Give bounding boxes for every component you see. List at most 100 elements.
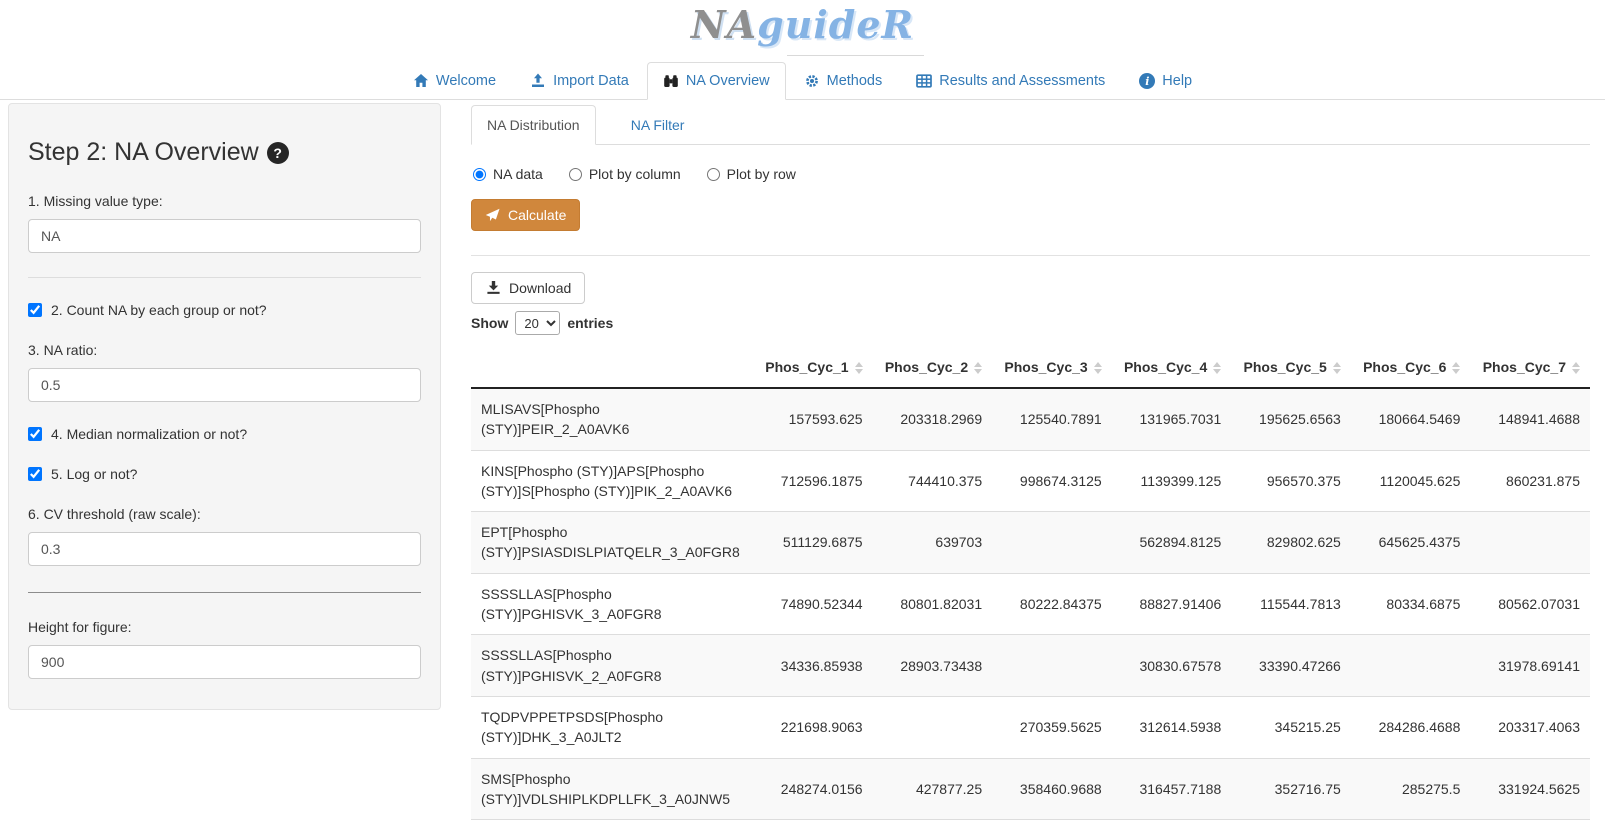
home-icon [413, 73, 429, 89]
entries-select[interactable]: 20 [515, 311, 560, 335]
download-button[interactable]: Download [471, 272, 585, 304]
na-ratio-input[interactable] [28, 368, 421, 402]
column-header-label: Phos_Cyc_7 [1483, 359, 1566, 375]
table-row: KINS[Phospho (STY)]APS[Phospho (STY)]S[P… [471, 450, 1590, 512]
sub-tab-label: NA Filter [631, 117, 685, 133]
cell-value: 285275.5 [1351, 758, 1471, 820]
nav-tab-welcome[interactable]: Welcome [397, 62, 512, 100]
calculate-button[interactable]: Calculate [471, 199, 580, 231]
cell-value: 125540.7891 [992, 388, 1112, 450]
download-button-label: Download [509, 280, 571, 296]
question-circle-icon[interactable]: ? [267, 142, 289, 164]
plot-type-radio-group: NA data Plot by column Plot by row [473, 166, 1590, 182]
radio-na-data[interactable]: NA data [473, 166, 543, 182]
cell-value: 712596.1875 [753, 450, 873, 512]
column-header-label: Phos_Cyc_5 [1244, 359, 1327, 375]
radio-plot-by-row-input[interactable] [707, 168, 720, 181]
cell-value: 639703 [873, 512, 993, 574]
median-normalization-checkbox[interactable] [28, 427, 42, 441]
cell-value: 195625.6563 [1231, 388, 1351, 450]
cv-threshold-label: 6. CV threshold (raw scale): [28, 506, 421, 522]
column-header[interactable]: Phos_Cyc_6 [1351, 349, 1471, 388]
nav-tab-label: Results and Assessments [939, 73, 1105, 89]
figure-height-input[interactable] [28, 645, 421, 679]
cell-value: 80222.84375 [992, 573, 1112, 635]
table-row: SSSSLLAS[Phospho (STY)]PGHISVK_2_A0FGR83… [471, 635, 1590, 697]
missing-value-input[interactable] [28, 219, 421, 253]
column-header[interactable]: Phos_Cyc_7 [1470, 349, 1590, 388]
cell-value: 270359.5625 [992, 696, 1112, 758]
cell-value: 131965.7031 [1112, 388, 1232, 450]
radio-na-data-input[interactable] [473, 168, 486, 181]
row-name: SSSSLLAS[Phospho (STY)]PGHISVK_2_A0FGR8 [471, 635, 753, 697]
paper-plane-icon [485, 208, 500, 223]
cell-value: 34336.85938 [753, 635, 873, 697]
column-header[interactable]: Phos_Cyc_4 [1112, 349, 1232, 388]
calculate-button-label: Calculate [508, 207, 566, 223]
radio-plot-by-column-input[interactable] [569, 168, 582, 181]
cell-value: 88827.91406 [1112, 573, 1232, 635]
cell-value: 30830.67578 [1112, 635, 1232, 697]
cell-value: 33390.47266 [1231, 635, 1351, 697]
column-header-label: Phos_Cyc_1 [765, 359, 848, 375]
cell-value: 115544.7813 [1231, 573, 1351, 635]
cell-value: 203318.2969 [873, 388, 993, 450]
nav-tab-import-data[interactable]: Import Data [514, 62, 645, 100]
nav-tab-methods[interactable]: Methods [788, 62, 899, 100]
cell-value: 1120045.625 [1351, 450, 1471, 512]
cell-value: 1139399.125 [1112, 450, 1232, 512]
cv-threshold-input[interactable] [28, 532, 421, 566]
cell-value: 312614.5938 [1112, 696, 1232, 758]
rowname-column-header[interactable] [471, 349, 753, 388]
column-header[interactable]: Phos_Cyc_5 [1231, 349, 1351, 388]
column-header[interactable]: Phos_Cyc_3 [992, 349, 1112, 388]
radio-plot-by-column[interactable]: Plot by column [569, 166, 681, 182]
nav-tab-label: Methods [827, 73, 883, 89]
tab-na-filter[interactable]: NA Filter [596, 105, 720, 145]
cell-value: 331924.5625 [1470, 758, 1590, 820]
cell-value: 345215.25 [1231, 696, 1351, 758]
missing-value-label: 1. Missing value type: [28, 193, 421, 209]
table-row: TQDPVPPETPSDS[Phospho (STY)]DHK_3_A0JLT2… [471, 696, 1590, 758]
sort-icon [1572, 362, 1580, 374]
cell-value: 744410.375 [873, 450, 993, 512]
cell-value: 427877.25 [873, 758, 993, 820]
cell-value: 316457.7188 [1112, 758, 1232, 820]
cell-value: 80801.82031 [873, 573, 993, 635]
nav-tab-na-overview[interactable]: NA Overview [647, 62, 786, 100]
cell-value: 956570.375 [1231, 450, 1351, 512]
sort-icon [1094, 362, 1102, 374]
cell-value: 80562.07031 [1470, 573, 1590, 635]
gears-icon [804, 73, 820, 89]
tab-na-distribution[interactable]: NA Distribution [471, 105, 596, 145]
nav-tab-label: Welcome [436, 73, 496, 89]
table-row: MLISAVS[Phospho (STY)]PEIR_2_A0AVK615759… [471, 388, 1590, 450]
table-row: SMS[Phospho (STY)]VDLSHIPLKDPLLFK_3_A0JN… [471, 758, 1590, 820]
count-na-checkbox[interactable] [28, 303, 42, 317]
nav-tab-label: Import Data [553, 73, 629, 89]
radio-plot-by-row[interactable]: Plot by row [707, 166, 796, 182]
cell-value: 203317.4063 [1470, 696, 1590, 758]
row-name: TQDPVPPETPSDS[Phospho (STY)]DHK_3_A0JLT2 [471, 696, 753, 758]
cell-value: 998674.3125 [992, 450, 1112, 512]
nav-tab-help[interactable]: i Help [1123, 62, 1208, 100]
sort-icon [1452, 362, 1460, 374]
column-header[interactable]: Phos_Cyc_2 [873, 349, 993, 388]
logo-part-na: NA [691, 2, 757, 47]
radio-label: NA data [493, 166, 543, 182]
column-header-label: Phos_Cyc_2 [885, 359, 968, 375]
figure-height-label: Height for figure: [28, 619, 421, 635]
cell-value: 352716.75 [1231, 758, 1351, 820]
nav-tab-results[interactable]: Results and Assessments [900, 62, 1121, 100]
app-logo: NAguideR [691, 4, 914, 46]
cell-value: 645625.4375 [1351, 512, 1471, 574]
radio-label: Plot by row [727, 166, 796, 182]
cell-value: 148941.4688 [1470, 388, 1590, 450]
upload-icon [530, 73, 546, 89]
cell-value: 284286.4688 [1351, 696, 1471, 758]
median-normalization-label: 4. Median normalization or not? [51, 426, 247, 442]
log-checkbox[interactable] [28, 467, 42, 481]
column-header[interactable]: Phos_Cyc_1 [753, 349, 873, 388]
logo-underline [787, 55, 924, 56]
table-header-row: Phos_Cyc_1 Phos_Cyc_2 Phos_Cyc_3Phos_Cyc_4… [471, 349, 1590, 388]
